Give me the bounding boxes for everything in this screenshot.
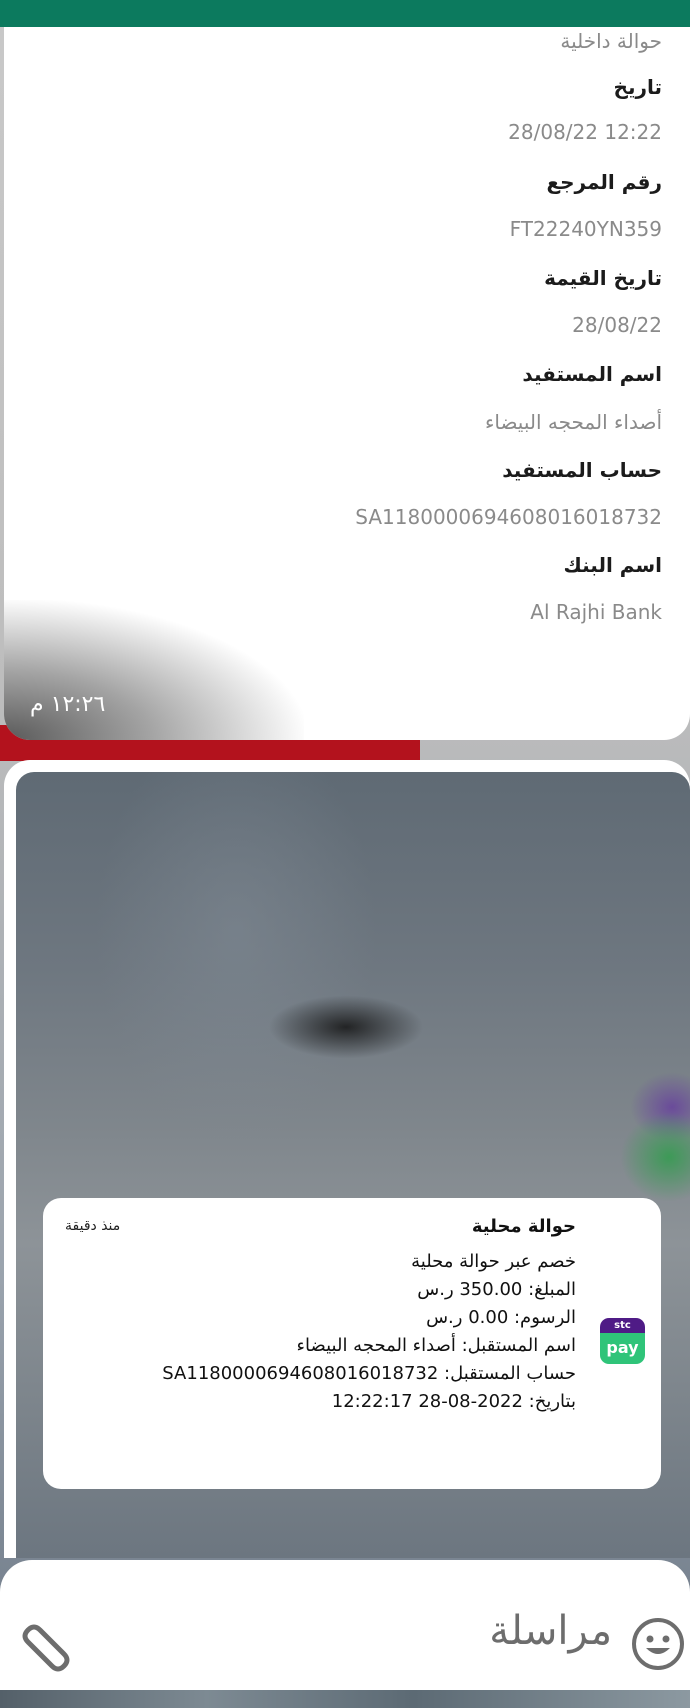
date-value: 28/08/22 12:22 [508, 120, 662, 144]
notification-line: خصم عبر حوالة محلية [411, 1251, 576, 1272]
stc-pay-icon-bottom: pay [600, 1333, 645, 1364]
stc-pay-app-icon: stc pay [600, 1318, 645, 1364]
background-bottom-strip [0, 1690, 690, 1708]
bank-notification-card: حوالة محلية منذ دقيقة خصم عبر حوالة محلي… [43, 1198, 661, 1489]
notification-line: المبلغ: 350.00 ر.س [417, 1279, 576, 1300]
beneficiary-name-value: أصداء المحجه البيضاء [484, 410, 662, 434]
notification-time-ago: منذ دقيقة [65, 1218, 121, 1234]
emoji-icon[interactable] [630, 1616, 686, 1672]
notification-body: خصم عبر حوالة محلية المبلغ: 350.00 ر.س ا… [76, 1248, 576, 1416]
top-app-bar [0, 0, 690, 27]
message-time: ١٢:٢٦ م [30, 692, 106, 717]
beneficiary-account-label: حساب المستفيد [502, 458, 662, 482]
notification-line: حساب المستقبل: SA1180000694608016018732 [162, 1363, 576, 1384]
bank-name-label: اسم البنك [563, 553, 663, 577]
message-bubble-transfer-details[interactable]: حوالة داخلية تاريخ 28/08/22 12:22 رقم ال… [4, 27, 690, 740]
value-date-label: تاريخ القيمة [544, 266, 662, 290]
transfer-type: حوالة داخلية [560, 29, 662, 53]
beneficiary-account-value: SA1180000694608016018732 [355, 505, 662, 529]
message-input[interactable]: مراسلة [489, 1608, 612, 1654]
beneficiary-name-label: اسم المستفيد [522, 362, 662, 386]
bank-name-value: Al Rajhi Bank [530, 600, 662, 624]
notification-line: الرسوم: 0.00 ر.س [426, 1307, 576, 1328]
notification-line: بتاريخ: 2022-08-28 12:22:17 [331, 1391, 576, 1412]
blurred-app-icon [620, 1112, 690, 1202]
notification-line: اسم المستقبل: أصداء المحجه البيضاء [296, 1335, 576, 1356]
notification-title: حوالة محلية [471, 1216, 576, 1237]
reference-label: رقم المرجع [546, 170, 662, 194]
date-label: تاريخ [613, 75, 662, 99]
reference-value: FT22240YN359 [509, 217, 662, 241]
value-date-value: 28/08/22 [572, 313, 662, 337]
attach-icon[interactable] [12, 1620, 78, 1686]
stc-pay-icon-top: stc [600, 1318, 645, 1333]
message-composer: مراسلة [0, 1560, 690, 1690]
